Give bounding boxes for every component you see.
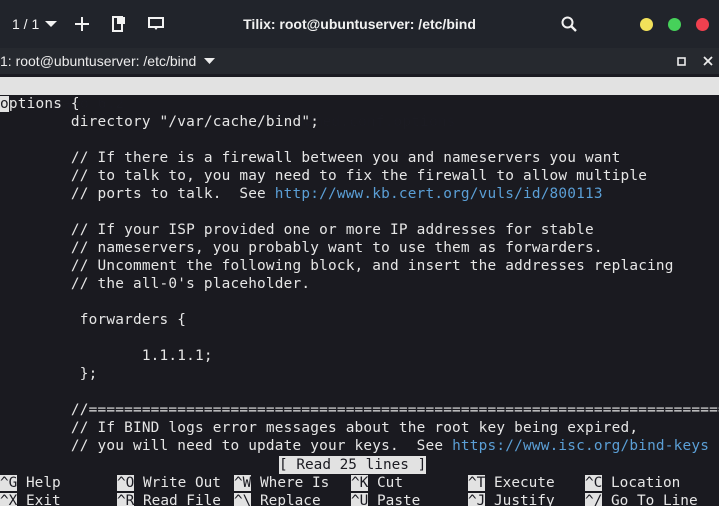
shortcut-label: Exit (17, 493, 61, 506)
line-text: // the all-0's placeholder. (0, 276, 311, 292)
shortcut-item[interactable]: ^/ Go To Line (585, 492, 698, 506)
shortcut-label: Execute (485, 475, 555, 491)
shortcut-label: Go To Line (602, 493, 698, 506)
editor-line: //======================================… (0, 401, 719, 419)
maximize-button[interactable] (668, 18, 681, 31)
editor-line: // Uncomment the following block, and in… (0, 257, 674, 275)
shortcut-item[interactable]: ^G Help (0, 474, 61, 492)
line-text: // If BIND logs error messages about the… (0, 420, 639, 436)
shortcut-item[interactable]: ^W Where Is (234, 474, 329, 492)
shortcut-key: ^/ (585, 493, 603, 506)
minimize-button[interactable] (640, 18, 653, 31)
nano-filename: named.conf.options (296, 114, 456, 130)
shortcut-item[interactable]: ^R Read File (117, 492, 221, 506)
shortcut-key: ^X (0, 493, 18, 506)
line-text: }; (0, 366, 98, 382)
editor-line: }; (0, 365, 98, 383)
shortcut-label: Help (17, 475, 61, 491)
line-text: //======================================… (0, 402, 719, 418)
shortcut-label: Paste (368, 493, 421, 506)
shortcut-item[interactable]: ^J Justify (468, 492, 555, 506)
shortcut-label: Replace (251, 493, 321, 506)
line-text: directory "/var/cache/bind"; (0, 114, 320, 130)
shortcut-label: Justify (485, 493, 555, 506)
shortcut-key: ^C (585, 475, 603, 491)
shortcut-key: ^W (234, 475, 252, 491)
maximize-icon[interactable] (677, 57, 686, 66)
line-text: // to talk to, you may need to fix the f… (0, 168, 648, 184)
shortcut-item[interactable]: ^C Location (585, 474, 680, 492)
text-cursor: o (0, 96, 9, 112)
editor-line: // the all-0's placeholder. (0, 275, 310, 293)
window-title: Tilix: root@ubuntuserver: /etc/bind (243, 16, 476, 32)
editor-line: // you will need to update your keys. Se… (0, 437, 709, 455)
line-text: // Uncomment the following block, and in… (0, 258, 674, 274)
shortcut-key: ^\ (234, 493, 252, 506)
editor-line: // If BIND logs error messages about the… (0, 419, 638, 437)
shortcut-label: Where Is (251, 475, 330, 491)
editor-line: // If there is a firewall between you an… (0, 149, 620, 167)
shortcut-label: Read File (134, 493, 221, 506)
search-button[interactable] (561, 0, 577, 48)
editor-line: directory "/var/cache/bind"; (0, 113, 319, 131)
window-titlebar: 1 / 1 Tilix: root@ubuntuserver: /etc/bin… (0, 0, 719, 48)
url-link[interactable]: https://www.isc.org/bind-keys (452, 438, 709, 454)
close-button[interactable] (696, 18, 709, 31)
terminal-title: 1: root@ubuntuserver: /etc/bind (0, 53, 197, 69)
terminal-area[interactable]: GNU nano 6.2 named.conf.options options … (0, 76, 719, 506)
close-icon[interactable] (703, 56, 713, 66)
shortcut-key: ^K (351, 475, 369, 491)
editor-line: options { (0, 95, 80, 113)
shortcut-key: ^R (117, 493, 135, 506)
shortcut-label: Location (602, 475, 681, 491)
shortcut-key: ^G (0, 475, 18, 491)
shortcut-item[interactable]: ^U Paste (351, 492, 420, 506)
line-text: // nameservers, you probably want to use… (0, 240, 603, 256)
chevron-down-icon (204, 57, 216, 64)
line-text: // you will need to update your keys. Se… (0, 438, 453, 454)
line-text: 1.1.1.1; (0, 348, 213, 364)
shortcut-label: Write Out (134, 475, 221, 491)
terminal-title-menu[interactable]: 1: root@ubuntuserver: /etc/bind (0, 48, 216, 74)
editor-line: // If your ISP provided one or more IP a… (0, 221, 594, 239)
status-message: [ Read 25 lines ] (279, 456, 427, 474)
shortcut-key: ^U (351, 493, 369, 506)
shortcut-key: ^T (468, 475, 486, 491)
line-text: forwarders { (0, 312, 187, 328)
editor-line: // ports to talk. See http://www.kb.cert… (0, 185, 603, 203)
shortcut-item[interactable]: ^\ Replace (234, 492, 321, 506)
line-text: // If there is a firewall between you an… (0, 150, 621, 166)
url-link[interactable]: http://www.kb.cert.org/vuls/id/800113 (275, 186, 603, 202)
line-text: // ports to talk. See (0, 186, 275, 202)
search-icon (561, 16, 577, 32)
shortcut-key: ^O (117, 475, 135, 491)
editor-line: // to talk to, you may need to fix the f… (0, 167, 647, 185)
line-text: // If your ISP provided one or more IP a… (0, 222, 594, 238)
editor-line: forwarders { (0, 311, 186, 329)
nano-header: GNU nano 6.2 named.conf.options (0, 77, 719, 130)
shortcut-item[interactable]: ^O Write Out (117, 474, 221, 492)
shortcut-item[interactable]: ^T Execute (468, 474, 555, 492)
line-text: ptions { (8, 96, 80, 112)
editor-line: 1.1.1.1; (0, 347, 213, 365)
shortcut-item[interactable]: ^K Cut (351, 474, 403, 492)
editor-line: // nameservers, you probably want to use… (0, 239, 603, 257)
terminal-tab-bar: 1: root@ubuntuserver: /etc/bind (0, 48, 719, 74)
shortcut-item[interactable]: ^X Exit (0, 492, 61, 506)
shortcut-key: ^J (468, 493, 486, 506)
shortcut-label: Cut (368, 475, 403, 491)
